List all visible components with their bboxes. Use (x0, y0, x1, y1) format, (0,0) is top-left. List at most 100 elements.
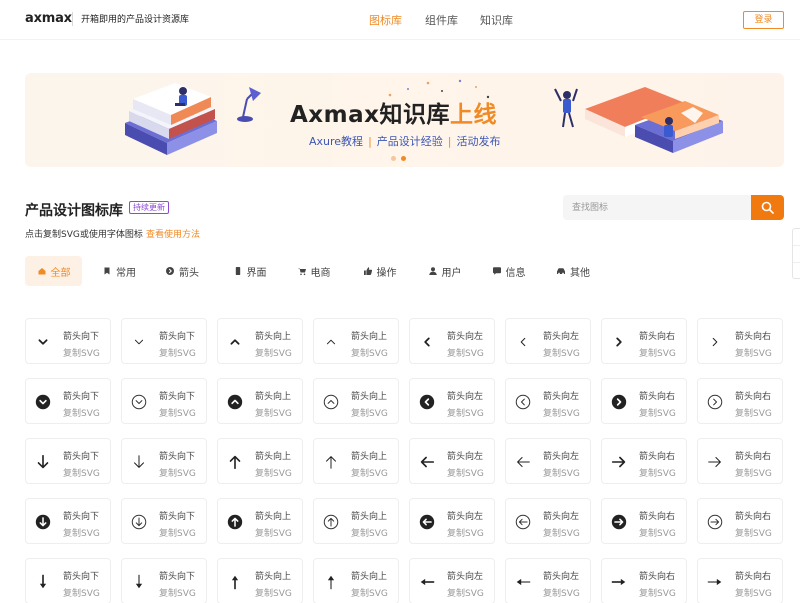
icon-card[interactable]: 箭头向上 复制SVG (313, 558, 399, 603)
site-logo[interactable]: axmax (25, 11, 72, 26)
icon-card[interactable]: 箭头向下 复制SVG (25, 498, 111, 544)
copy-svg-button[interactable]: 复制SVG (351, 526, 388, 539)
icon-card[interactable]: 箭头向左 复制SVG (505, 378, 591, 424)
copy-svg-button[interactable]: 复制SVG (639, 406, 676, 419)
copy-svg-button[interactable]: 复制SVG (351, 466, 388, 479)
copy-svg-button[interactable]: 复制SVG (447, 526, 484, 539)
icon-card[interactable]: 箭头向右 复制SVG (601, 318, 687, 364)
icon-card[interactable]: 箭头向左 复制SVG (505, 498, 591, 544)
copy-svg-button[interactable]: 复制SVG (447, 586, 484, 599)
copy-svg-button[interactable]: 复制SVG (543, 586, 580, 599)
icon-card[interactable]: 箭头向右 复制SVG (601, 378, 687, 424)
copy-svg-button[interactable]: 复制SVG (159, 346, 196, 359)
copy-svg-button[interactable]: 复制SVG (543, 466, 580, 479)
icon-card[interactable]: 箭头向上 复制SVG (313, 498, 399, 544)
icon-card[interactable]: 箭头向左 复制SVG (505, 558, 591, 603)
icon-card[interactable]: 箭头向右 复制SVG (697, 558, 783, 603)
copy-svg-button[interactable]: 复制SVG (543, 406, 580, 419)
copy-svg-button[interactable]: 复制SVG (159, 466, 196, 479)
carousel-dot-1[interactable] (391, 156, 396, 161)
copy-svg-button[interactable]: 复制SVG (543, 526, 580, 539)
icon-card[interactable]: 箭头向左 复制SVG (409, 498, 495, 544)
copy-svg-button[interactable]: 复制SVG (159, 526, 196, 539)
search-button[interactable] (751, 195, 784, 220)
icon-card[interactable]: 箭头向上 复制SVG (313, 438, 399, 484)
copy-svg-button[interactable]: 复制SVG (255, 526, 292, 539)
icon-card[interactable]: 箭头向右 复制SVG (697, 498, 783, 544)
icon-card[interactable]: 箭头向上 复制SVG (217, 318, 303, 364)
copy-svg-button[interactable]: 复制SVG (351, 586, 388, 599)
icon-card[interactable]: 箭头向右 复制SVG (697, 378, 783, 424)
copy-svg-button[interactable]: 复制SVG (63, 586, 100, 599)
copy-svg-button[interactable]: 复制SVG (735, 346, 772, 359)
search-input[interactable] (563, 195, 752, 220)
icon-card[interactable]: 箭头向左 复制SVG (409, 378, 495, 424)
icon-card[interactable]: 箭头向下 复制SVG (121, 438, 207, 484)
copy-svg-button[interactable]: 复制SVG (255, 406, 292, 419)
icon-card[interactable]: 箭头向上 复制SVG (313, 318, 399, 364)
tab-interface[interactable]: 界面 (224, 256, 275, 286)
copy-svg-button[interactable]: 复制SVG (63, 406, 100, 419)
tab-arrow[interactable]: 箭头 (157, 256, 207, 286)
copy-svg-button[interactable]: 复制SVG (447, 406, 484, 419)
copy-svg-button[interactable]: 复制SVG (639, 346, 676, 359)
copy-svg-button[interactable]: 复制SVG (543, 346, 580, 359)
icon-card[interactable]: 箭头向右 复制SVG (697, 318, 783, 364)
copy-svg-button[interactable]: 复制SVG (735, 586, 772, 599)
icon-card[interactable]: 箭头向右 复制SVG (601, 558, 687, 603)
copy-svg-button[interactable]: 复制SVG (639, 466, 676, 479)
copy-svg-button[interactable]: 复制SVG (639, 586, 676, 599)
icon-card[interactable]: 箭头向左 复制SVG (505, 318, 591, 364)
copy-svg-button[interactable]: 复制SVG (63, 526, 100, 539)
login-button[interactable]: 登录 (743, 11, 784, 29)
copy-svg-button[interactable]: 复制SVG (255, 586, 292, 599)
tab-user[interactable]: 用户 (419, 256, 470, 286)
nav-component-library[interactable]: 组件库 (425, 12, 458, 28)
icon-card[interactable]: 箭头向下 复制SVG (25, 558, 111, 603)
icon-card[interactable]: 箭头向下 复制SVG (25, 438, 111, 484)
copy-svg-button[interactable]: 复制SVG (159, 586, 196, 599)
copy-svg-button[interactable]: 复制SVG (351, 346, 388, 359)
nav-icon-library[interactable]: 图标库 (369, 12, 402, 28)
copy-svg-button[interactable]: 复制SVG (63, 466, 100, 479)
tab-message[interactable]: 信息 (483, 256, 534, 286)
icon-card[interactable]: 箭头向左 复制SVG (409, 438, 495, 484)
icon-card[interactable]: 箭头向左 复制SVG (505, 438, 591, 484)
icon-card[interactable]: 箭头向左 复制SVG (409, 558, 495, 603)
icon-card[interactable]: 箭头向左 复制SVG (409, 318, 495, 364)
icon-card[interactable]: 箭头向右 复制SVG (601, 438, 687, 484)
copy-svg-button[interactable]: 复制SVG (351, 406, 388, 419)
copy-svg-button[interactable]: 复制SVG (447, 466, 484, 479)
tab-common[interactable]: 常用 (94, 256, 144, 286)
icon-card[interactable]: 箭头向下 复制SVG (25, 318, 111, 364)
carousel-dot-2[interactable] (401, 156, 406, 161)
icon-card[interactable]: 箭头向右 复制SVG (601, 498, 687, 544)
copy-svg-button[interactable]: 复制SVG (447, 346, 484, 359)
tab-operation[interactable]: 操作 (354, 256, 405, 286)
icon-card[interactable]: 箭头向下 复制SVG (121, 558, 207, 603)
copy-svg-button[interactable]: 复制SVG (639, 526, 676, 539)
side-float-toolbar[interactable] (792, 228, 800, 279)
icon-card[interactable]: 箭头向上 复制SVG (313, 378, 399, 424)
nav-knowledge-base[interactable]: 知识库 (480, 12, 513, 28)
promo-banner[interactable]: Axmax知识库上线 Axure教程 | 产品设计经验 | 活动发布 (25, 73, 784, 167)
icon-card[interactable]: 箭头向下 复制SVG (121, 378, 207, 424)
tab-other[interactable]: 其他 (548, 256, 598, 286)
icon-card[interactable]: 箭头向下 复制SVG (25, 378, 111, 424)
copy-svg-button[interactable]: 复制SVG (255, 466, 292, 479)
copy-svg-button[interactable]: 复制SVG (63, 346, 100, 359)
copy-svg-button[interactable]: 复制SVG (159, 406, 196, 419)
copy-svg-button[interactable]: 复制SVG (735, 526, 772, 539)
icon-card[interactable]: 箭头向上 复制SVG (217, 498, 303, 544)
icon-card[interactable]: 箭头向上 复制SVG (217, 558, 303, 603)
icon-card[interactable]: 箭头向下 复制SVG (121, 318, 207, 364)
copy-svg-button[interactable]: 复制SVG (735, 406, 772, 419)
copy-svg-button[interactable]: 复制SVG (735, 466, 772, 479)
icon-card[interactable]: 箭头向上 复制SVG (217, 378, 303, 424)
icon-card[interactable]: 箭头向上 复制SVG (217, 438, 303, 484)
icon-card[interactable]: 箭头向右 复制SVG (697, 438, 783, 484)
usage-link[interactable]: 查看使用方法 (146, 227, 200, 240)
copy-svg-button[interactable]: 复制SVG (255, 346, 292, 359)
tab-all[interactable]: 全部 (25, 256, 82, 286)
tab-ecommerce[interactable]: 电商 (288, 256, 339, 286)
